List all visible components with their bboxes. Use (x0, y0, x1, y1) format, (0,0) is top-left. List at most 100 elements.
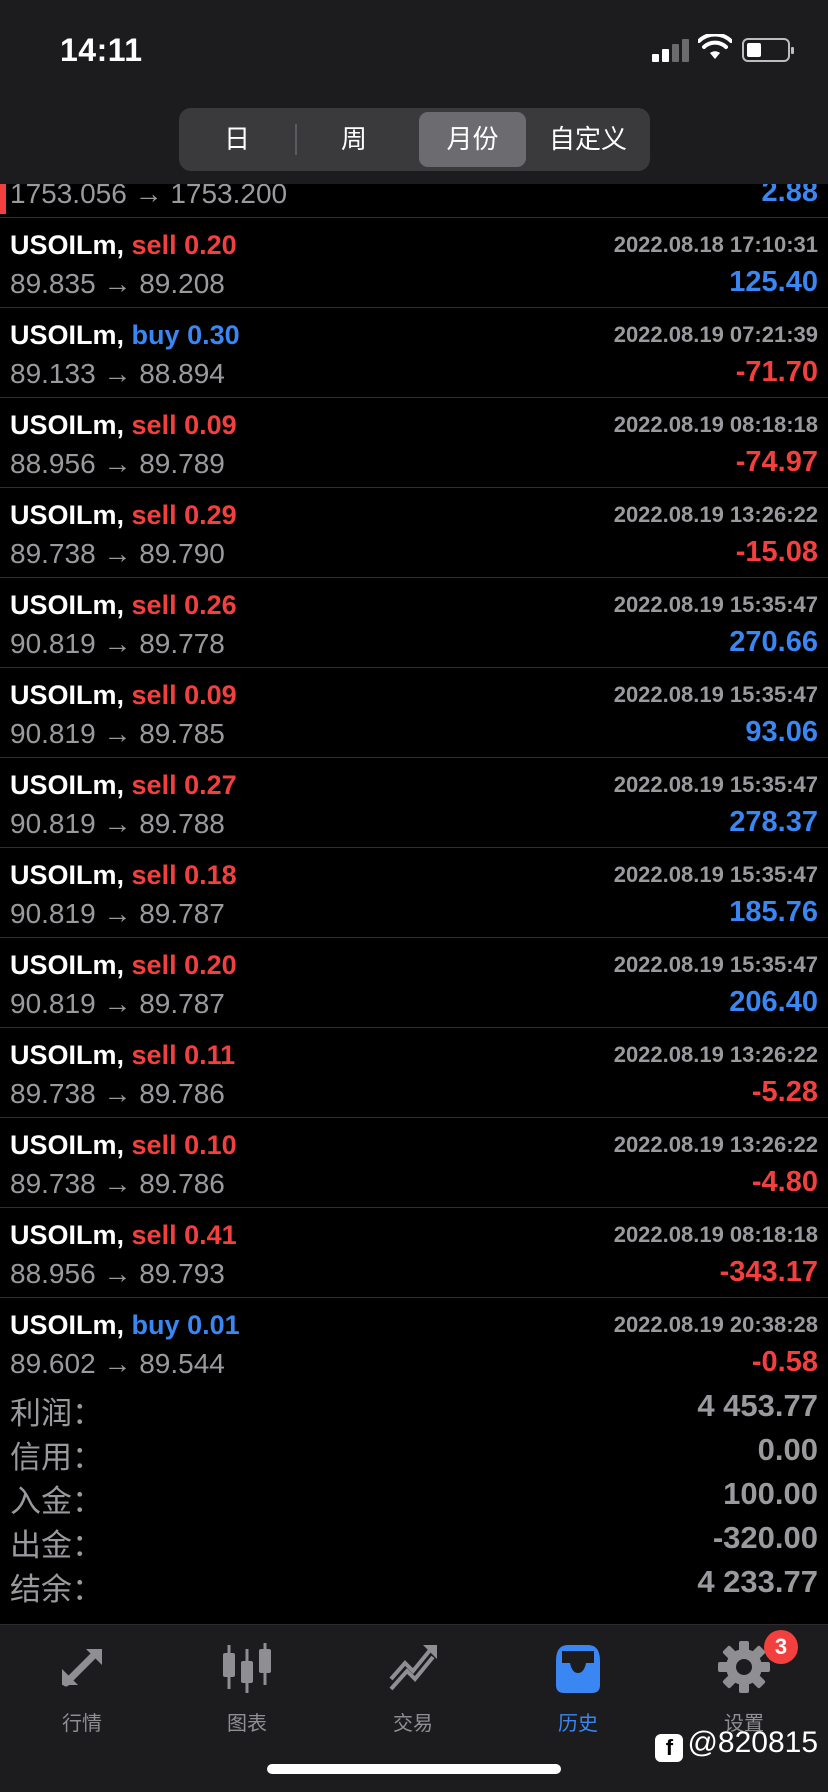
symbol-name: USOILm, (10, 1040, 125, 1070)
symbol-name: USOILm, (10, 770, 125, 800)
symbol-name: USOILm, (10, 410, 125, 440)
trade-prices: 89.738 → 89.786 (10, 1078, 225, 1109)
table-row[interactable]: USOILm, buy 0.01 2022.08.19 20:38:28 89.60… (0, 1298, 828, 1384)
table-row[interactable]: USOILm, sell 0.27 2022.08.19 15:35:47 90.8… (0, 758, 828, 848)
tab-day[interactable]: 日 (183, 112, 291, 167)
table-row[interactable]: USOILm, buy 0.30 2022.08.19 07:21:39 89.13… (0, 308, 828, 398)
trade-history-list[interactable]: 1753.056 → 1753.200 2.88 USOILm, sell 0.… (0, 184, 828, 1384)
tab-custom[interactable]: 自定义 (530, 112, 646, 167)
table-row[interactable]: USOILm, sell 0.10 2022.08.19 13:26:22 89.7… (0, 1118, 828, 1208)
trade-profit: -4.80 (751, 1166, 818, 1198)
trade-side: sell (131, 950, 177, 980)
trade-side: sell (131, 230, 177, 260)
trade-profit: 93.06 (745, 716, 818, 748)
trade-datetime: 2022.08.19 08:18:18 (613, 1222, 818, 1247)
trade-symbol: USOILm, sell 0.20 (10, 950, 237, 981)
watermark-logo-icon: f (655, 1734, 684, 1762)
trade-symbol: USOILm, sell 0.29 (10, 500, 237, 531)
summary-label: 利润： (10, 1396, 103, 1431)
summary-label: 入金： (10, 1484, 103, 1519)
trade-side: buy (131, 320, 180, 350)
trade-symbol: USOILm, buy 0.30 (10, 320, 240, 351)
trade-trend-icon (389, 1645, 437, 1691)
header: 14:11 日 周 月份 自定义 (0, 0, 828, 184)
trade-side: sell (131, 410, 177, 440)
trade-prices: 90.819 → 89.787 (10, 988, 225, 1019)
trade-symbol: USOILm, sell 0.09 (10, 680, 237, 711)
trade-profit: 206.40 (729, 986, 818, 1018)
tab-quotes[interactable]: 行情 (22, 1639, 142, 1739)
tab-label: 图表 (227, 1713, 267, 1735)
tab-trade[interactable]: 交易 (353, 1639, 473, 1739)
trade-profit: 270.66 (729, 626, 818, 658)
summary-row-deposit: 入金： 100.00 (0, 1472, 828, 1519)
trade-volume: 0.09 (184, 410, 237, 440)
trade-volume: 0.09 (184, 680, 237, 710)
trade-prices: 90.819 → 89.785 (10, 718, 225, 749)
trade-profit: 278.37 (729, 806, 818, 838)
summary-label: 出金： (10, 1528, 103, 1563)
account-summary: 利润： 4 453.77 信用： 0.00 入金： 100.00 出金： -32… (0, 1384, 828, 1624)
trade-symbol: USOILm, sell 0.41 (10, 1220, 237, 1251)
trade-volume: 0.18 (184, 860, 237, 890)
summary-value: -320.00 (712, 1520, 818, 1555)
trade-prices: 89.133 → 88.894 (10, 358, 225, 389)
trade-side: sell (131, 1040, 177, 1070)
trade-volume: 0.27 (184, 770, 237, 800)
table-row[interactable]: USOILm, sell 0.11 2022.08.19 13:26:22 89.7… (0, 1028, 828, 1118)
settings-badge: 3 (764, 1630, 798, 1664)
trade-symbol: USOILm, sell 0.10 (10, 1130, 237, 1161)
tab-history[interactable]: 历史 (518, 1639, 638, 1739)
summary-label: 结余： (10, 1572, 103, 1607)
trade-side: sell (131, 770, 177, 800)
symbol-name: USOILm, (10, 680, 125, 710)
table-row[interactable]: USOILm, sell 0.20 2022.08.19 15:35:47 90.8… (0, 938, 828, 1028)
trade-volume: 0.11 (184, 1040, 236, 1070)
trade-side: sell (131, 860, 177, 890)
trade-datetime: 2022.08.19 13:26:22 (613, 1042, 818, 1067)
trade-prices: 1753.056 → 1753.200 (10, 184, 288, 209)
trade-prices: 90.819 → 89.778 (10, 628, 225, 659)
tab-month[interactable]: 月份 (419, 112, 526, 167)
trade-symbol: USOILm, sell 0.11 (10, 1040, 235, 1071)
trade-volume: 0.41 (184, 1220, 237, 1250)
home-indicator[interactable] (267, 1764, 561, 1774)
trade-profit: 185.76 (729, 896, 818, 928)
table-row[interactable]: USOILm, sell 0.26 2022.08.19 15:35:47 90.8… (0, 578, 828, 668)
summary-value: 4 233.77 (697, 1564, 818, 1599)
symbol-name: USOILm, (10, 320, 125, 350)
status-time: 14:11 (60, 32, 143, 68)
trade-side: sell (131, 500, 177, 530)
trade-datetime: 2022.08.19 08:18:18 (613, 412, 818, 437)
symbol-name: USOILm, (10, 590, 125, 620)
trade-side: sell (131, 590, 177, 620)
battery-icon (742, 38, 794, 62)
table-row[interactable]: USOILm, sell 0.09 2022.08.19 15:35:47 90.8… (0, 668, 828, 758)
table-row[interactable]: USOILm, sell 0.29 2022.08.19 13:26:22 89.7… (0, 488, 828, 578)
trade-profit: -5.28 (751, 1076, 818, 1108)
summary-label: 信用： (10, 1440, 103, 1475)
trade-prices: 89.738 → 89.790 (10, 538, 225, 569)
tab-week[interactable]: 周 (299, 112, 409, 167)
table-row[interactable]: USOILm, sell 0.41 2022.08.19 08:18:18 88.9… (0, 1208, 828, 1298)
segment-divider (295, 124, 297, 155)
trade-symbol: USOILm, sell 0.27 (10, 770, 237, 801)
trade-profit: 125.40 (729, 266, 818, 298)
trade-datetime: 2022.08.19 15:35:47 (613, 592, 818, 617)
table-row[interactable]: USOILm, sell 0.20 2022.08.18 17:10:31 89.8… (0, 218, 828, 308)
symbol-name: USOILm, (10, 230, 125, 260)
period-segmented-control: 日 周 月份 自定义 (179, 108, 650, 171)
wifi-icon (698, 34, 732, 59)
trade-profit: -15.08 (735, 536, 818, 568)
tab-chart[interactable]: 图表 (187, 1639, 307, 1739)
table-row[interactable]: USOILm, sell 0.18 2022.08.19 15:35:47 90.8… (0, 848, 828, 938)
candlestick-chart-icon (223, 1643, 271, 1693)
tab-label: 交易 (393, 1713, 433, 1735)
trade-symbol: USOILm, buy 0.01 (10, 1310, 240, 1341)
table-row[interactable]: USOILm, sell 0.09 2022.08.19 08:18:18 88.9… (0, 398, 828, 488)
trade-datetime: 2022.08.19 13:26:22 (613, 1132, 818, 1157)
table-row[interactable]: 1753.056 → 1753.200 2.88 (0, 184, 828, 218)
trade-profit: -71.70 (735, 356, 818, 388)
trade-side: buy (131, 1310, 180, 1340)
trade-side: sell (131, 680, 177, 710)
